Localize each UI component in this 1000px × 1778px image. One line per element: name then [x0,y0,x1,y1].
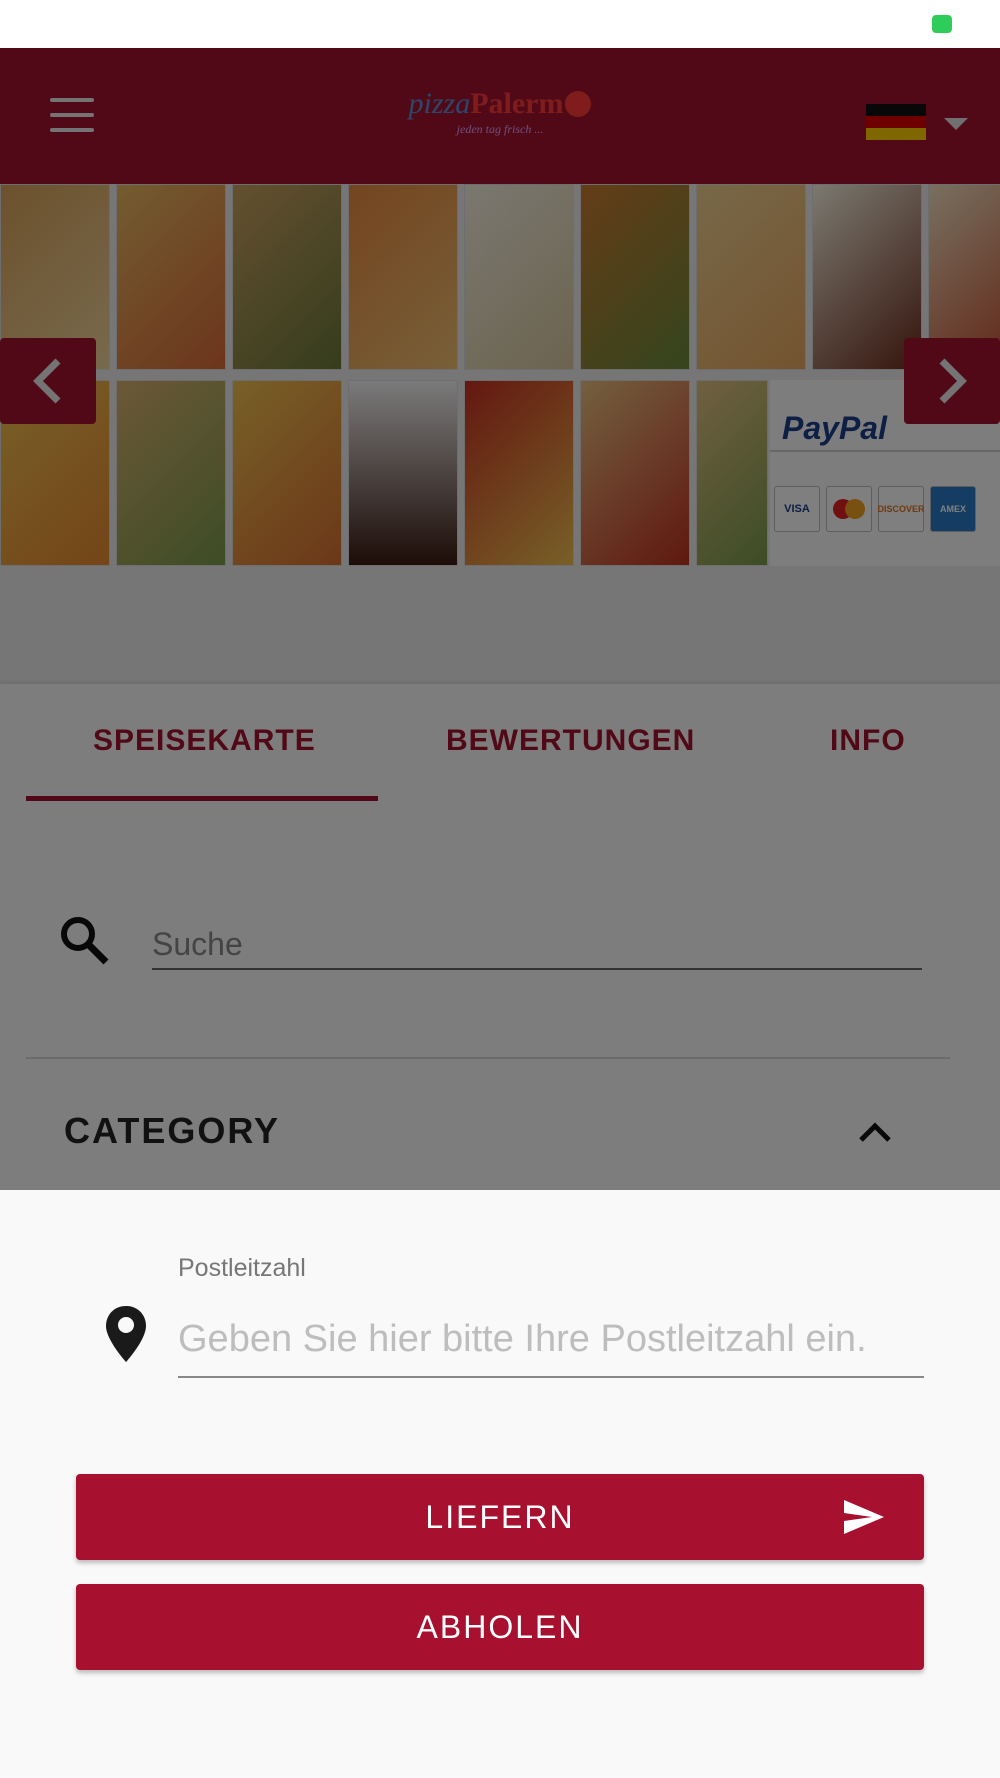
send-icon [844,1500,884,1534]
status-bar [0,0,1000,48]
pickup-button[interactable]: ABHOLEN [76,1584,924,1670]
location-pin-icon [106,1306,146,1362]
modal-backdrop[interactable] [0,48,1000,1190]
deliver-button[interactable]: LIEFERN [76,1474,924,1560]
pickup-button-label: ABHOLEN [416,1608,584,1645]
zip-label: Postleitzahl [178,1254,306,1282]
notification-icon [932,15,952,33]
deliver-button-label: LIEFERN [425,1498,575,1535]
zip-input[interactable] [178,1302,924,1378]
delivery-sheet: Postleitzahl LIEFERN ABHOLEN [0,1190,1000,1778]
